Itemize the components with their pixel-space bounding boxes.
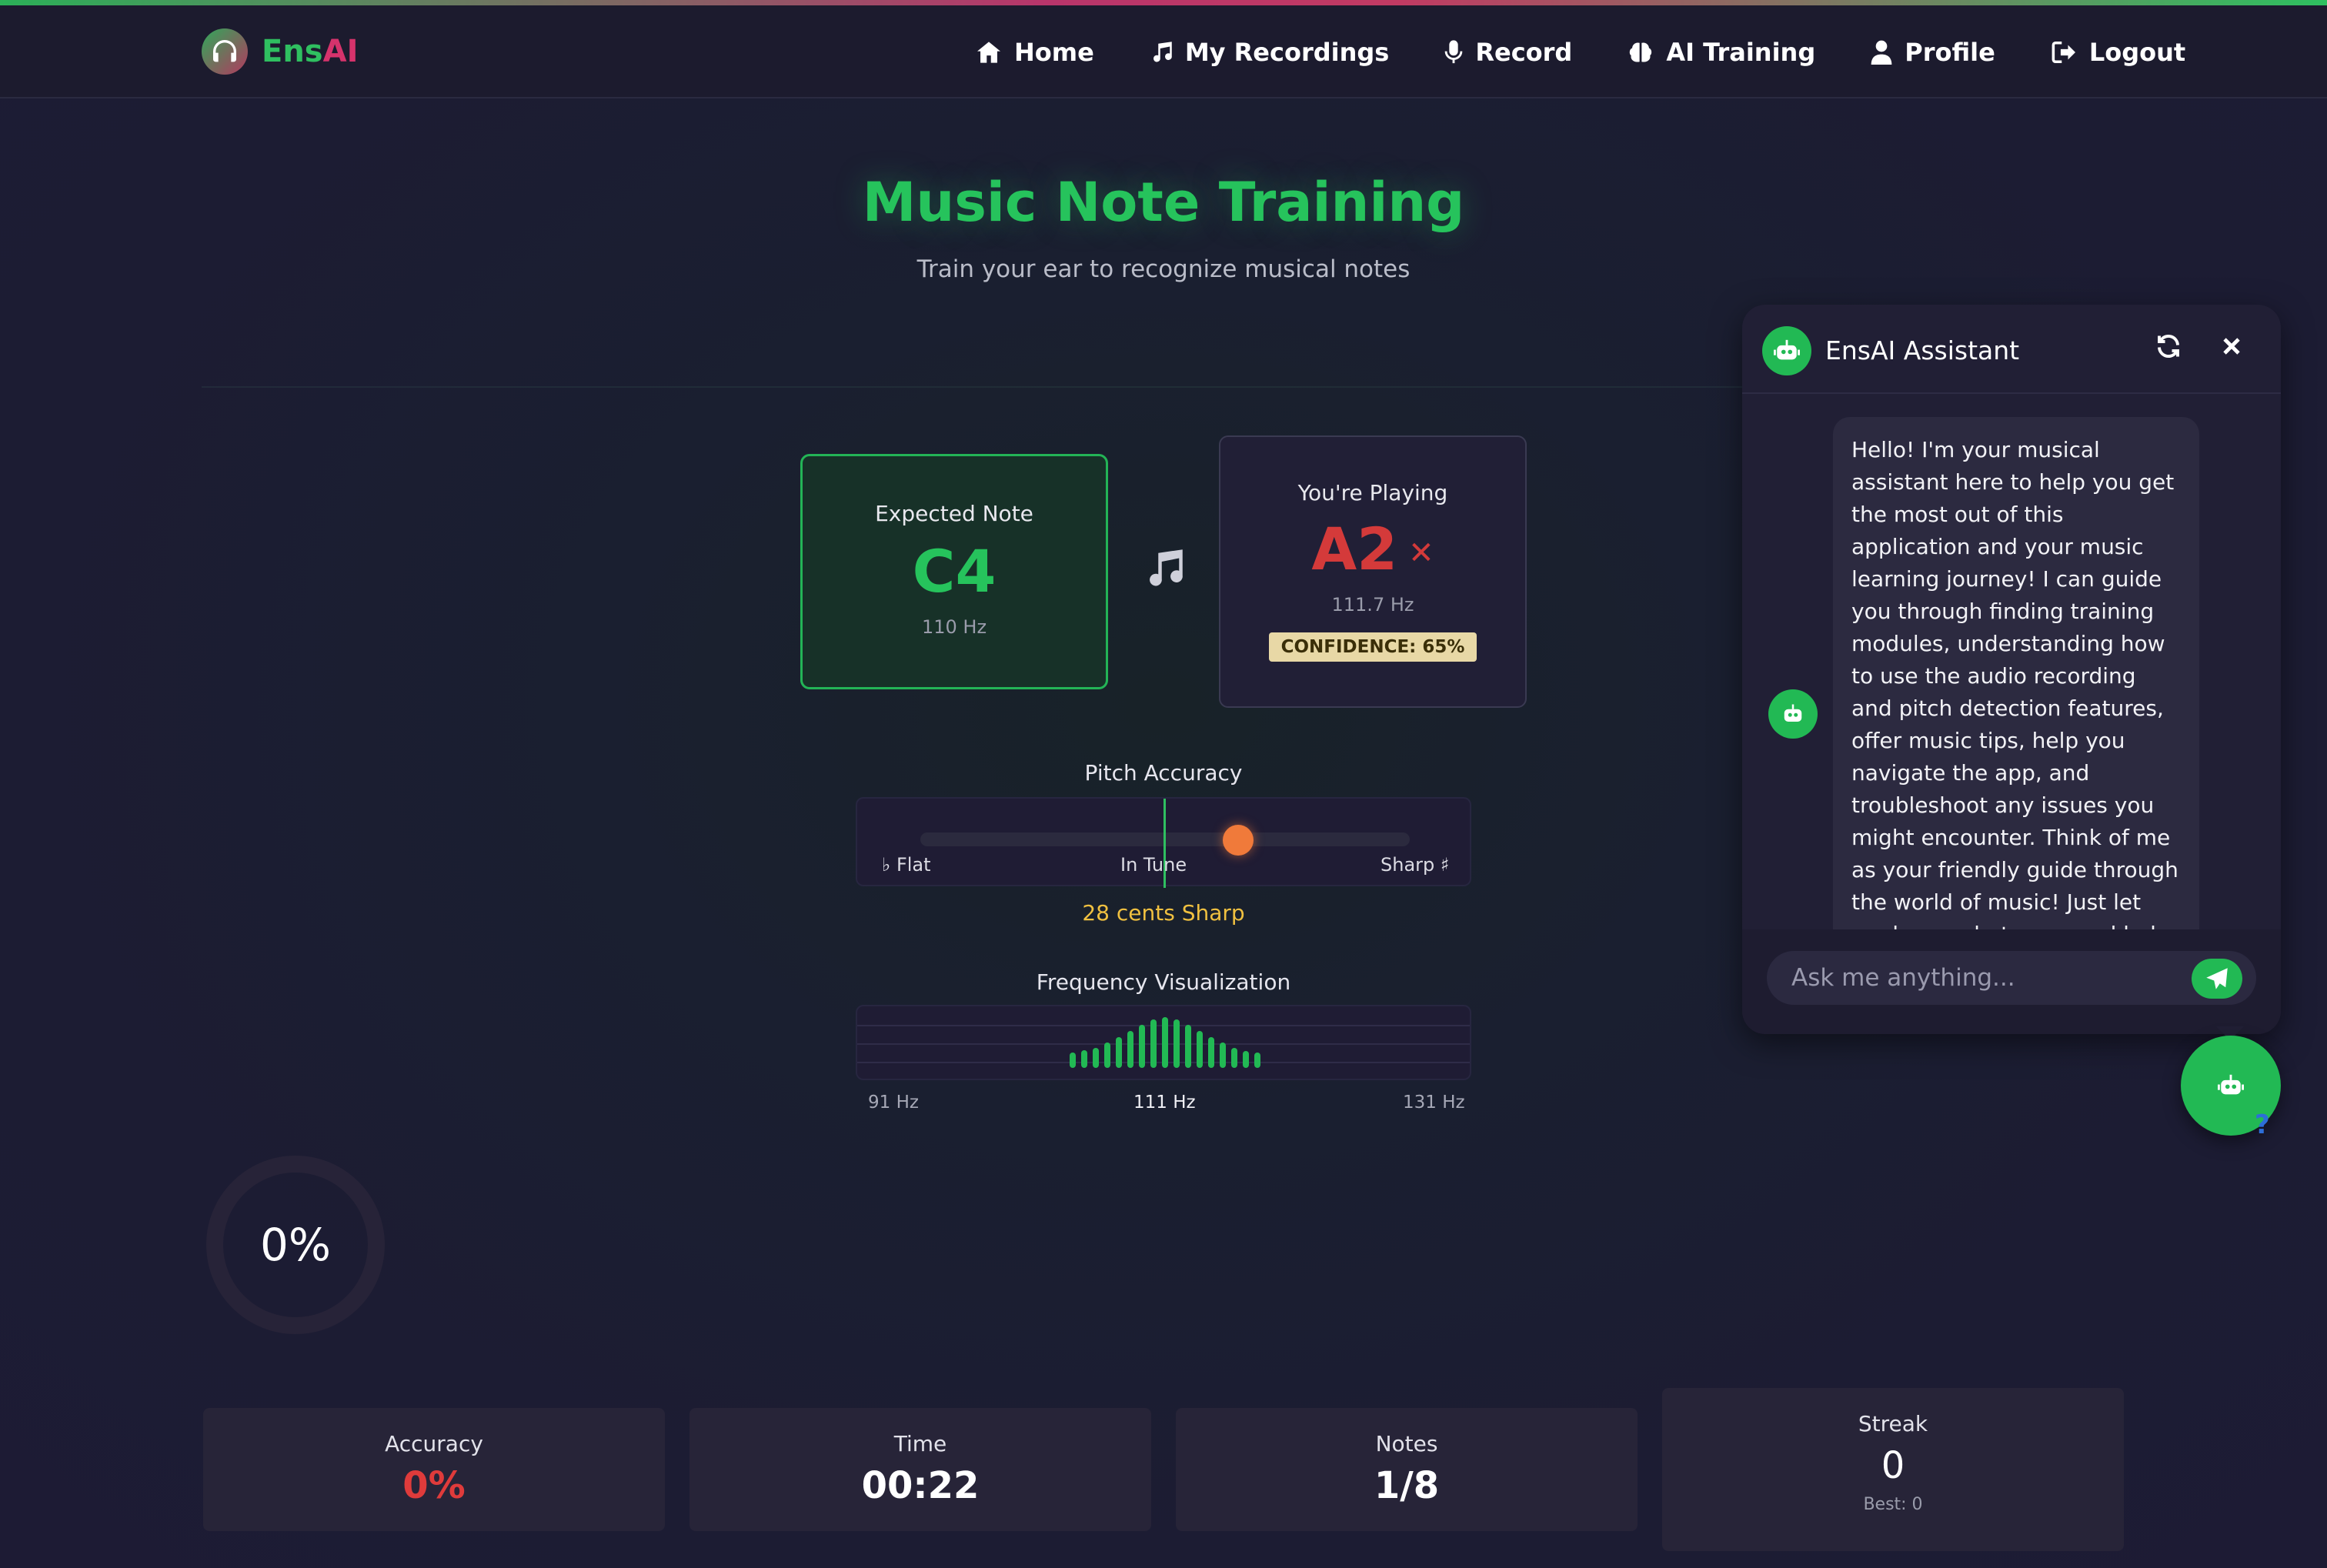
playing-note-value: A2 <box>1311 515 1398 583</box>
freq-bar <box>1197 1031 1203 1068</box>
brand[interactable]: EnsAI <box>202 27 358 76</box>
top-gradient-line <box>0 0 2327 5</box>
freq-mid-label: 111 Hz <box>1133 1093 1196 1113</box>
pitch-in-tune-label: In Tune <box>1120 854 1187 876</box>
chat-footer <box>1742 929 2281 1034</box>
nav-ai-training[interactable]: AI Training <box>1628 35 1815 70</box>
freq-bar <box>1139 1025 1145 1068</box>
refresh-icon[interactable] <box>2155 332 2182 363</box>
playing-note-card: You're Playing A2 ✕ 111.7 Hz CONFIDENCE: … <box>1219 435 1527 708</box>
freq-bar <box>1231 1048 1237 1068</box>
confidence-badge: CONFIDENCE: 65% <box>1268 632 1477 662</box>
paper-plane-icon <box>2206 968 2228 989</box>
chat-input[interactable] <box>1767 951 2256 1005</box>
close-icon[interactable] <box>2218 332 2245 363</box>
progress-ring: 0% <box>206 1156 385 1334</box>
freq-bar <box>1254 1053 1260 1068</box>
stat-streak-label: Streak <box>1858 1411 1928 1436</box>
progress-ring-value: 0% <box>259 1219 331 1271</box>
stat-streak-value: 0 <box>1881 1444 1905 1487</box>
headphones-icon <box>202 28 248 75</box>
freq-bar <box>1070 1053 1076 1068</box>
nav-home[interactable]: Home <box>976 35 1094 70</box>
freq-bar <box>1093 1048 1099 1068</box>
stat-streak-best: Best: 0 <box>1863 1495 1923 1514</box>
freq-bars <box>857 1006 1470 1079</box>
frequency-visualizer <box>856 1005 1471 1080</box>
brain-icon <box>1630 42 1652 62</box>
navbar: EnsAI Home My Recordings Record AI Train… <box>0 5 2327 98</box>
expected-note-label: Expected Note <box>875 501 1033 526</box>
stat-time: Time 00:22 <box>689 1408 1151 1531</box>
playing-note-row: A2 ✕ <box>1220 515 1525 583</box>
stat-accuracy-value: 0% <box>402 1464 466 1507</box>
freq-bar <box>1104 1043 1110 1068</box>
assistant-message: Hello! I'm your musical assistant here t… <box>1833 417 2199 929</box>
freq-bar <box>1150 1019 1157 1068</box>
stat-notes-label: Notes <box>1375 1431 1438 1456</box>
stat-notes: Notes 1/8 <box>1176 1408 1638 1531</box>
nav-logout[interactable]: Logout <box>2051 35 2185 70</box>
freq-bar <box>1174 1019 1180 1068</box>
freq-bar <box>1208 1037 1214 1068</box>
pitch-flat-label: ♭ Flat <box>882 854 931 876</box>
chat-header: EnsAI Assistant <box>1742 305 2281 394</box>
brand-name: EnsAI <box>262 34 359 69</box>
send-button[interactable] <box>2192 959 2242 999</box>
nav-record[interactable]: Record <box>1444 35 1572 70</box>
chat-title: EnsAI Assistant <box>1825 335 2020 365</box>
freq-bar <box>1116 1037 1122 1068</box>
freq-bar <box>1127 1031 1133 1068</box>
pitch-meter: ♭ Flat In Tune Sharp ♯ <box>856 797 1471 888</box>
nav-profile[interactable]: Profile <box>1871 35 1995 70</box>
music-note-icon <box>1153 42 1172 62</box>
nav-links: Home My Recordings Record AI Training Pr… <box>976 35 2185 70</box>
robot-icon <box>1768 689 1818 739</box>
page-subtitle: Train your ear to recognize musical note… <box>916 255 1411 283</box>
stat-accuracy: Accuracy 0% <box>203 1408 665 1531</box>
pitch-sharp-label: Sharp ♯ <box>1381 854 1450 876</box>
robot-icon <box>2218 1074 2244 1095</box>
freq-bar <box>1185 1025 1191 1068</box>
stat-notes-value: 1/8 <box>1374 1464 1440 1507</box>
freq-bar <box>1081 1050 1087 1068</box>
expected-note-hz: 110 Hz <box>921 616 987 638</box>
x-icon: ✕ <box>1408 535 1434 571</box>
help-badge: ? <box>2255 1109 2270 1140</box>
playing-note-hz: 111.7 Hz <box>1331 594 1414 616</box>
stat-time-label: Time <box>893 1431 947 1456</box>
freq-bar <box>1162 1017 1168 1068</box>
page-title: Music Note Training <box>862 171 1465 234</box>
user-icon <box>1871 40 1892 65</box>
playing-note-label: You're Playing <box>1297 480 1448 505</box>
stat-accuracy-label: Accuracy <box>385 1431 483 1456</box>
pitch-indicator <box>1223 825 1254 856</box>
stat-time-value: 00:22 <box>861 1464 980 1507</box>
assistant-chat-panel: EnsAI Assistant Hello! I'm your musical … <box>1742 305 2281 1034</box>
microphone-icon <box>1445 40 1463 64</box>
robot-icon <box>1762 326 1811 375</box>
expected-note-card: Expected Note C4 110 Hz <box>800 454 1108 689</box>
expected-note-value: C4 <box>912 537 997 606</box>
nav-my-recordings[interactable]: My Recordings <box>1150 35 1389 70</box>
freq-bar <box>1243 1051 1249 1068</box>
stat-streak: Streak 0 Best: 0 <box>1662 1388 2124 1551</box>
chat-messages[interactable]: Hello! I'm your musical assistant here t… <box>1742 395 2281 929</box>
freq-min-label: 91 Hz <box>868 1093 919 1113</box>
freq-max-label: 131 Hz <box>1403 1093 1465 1113</box>
logout-icon <box>2052 41 2075 64</box>
home-icon <box>977 42 1000 63</box>
music-note-icon <box>1142 548 1185 592</box>
freq-bar <box>1220 1043 1226 1068</box>
